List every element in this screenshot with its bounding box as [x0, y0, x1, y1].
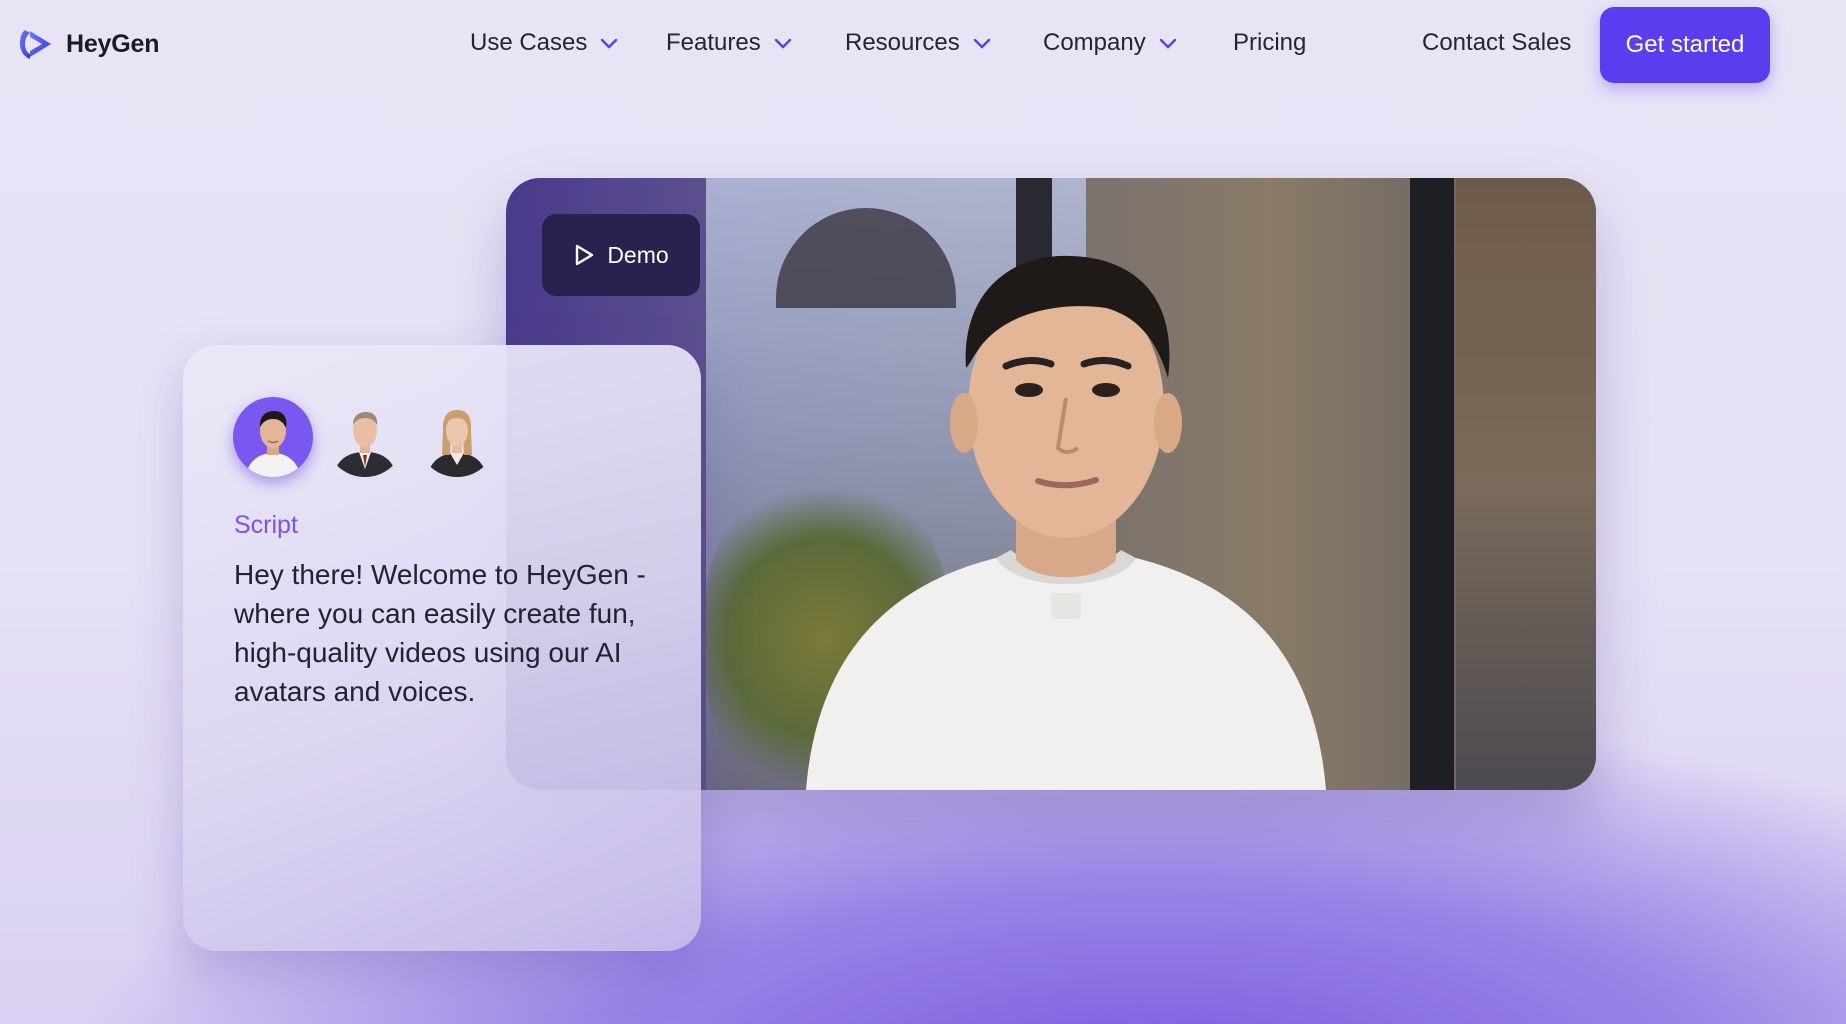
nav-company-label: Company: [1043, 29, 1146, 56]
nav-features-label: Features: [666, 29, 761, 56]
chevron-down-icon: [774, 38, 791, 49]
avatar-asian-man[interactable]: [233, 397, 313, 477]
nav-resources-label: Resources: [845, 29, 960, 56]
play-icon: [576, 244, 594, 266]
video-background-shelf: [1456, 178, 1596, 790]
get-started-button[interactable]: Get started: [1600, 7, 1770, 83]
heygen-logo-icon: [20, 30, 51, 59]
avatar-man-suit[interactable]: [325, 397, 405, 477]
video-background-pillar: [1410, 178, 1454, 790]
nav-company[interactable]: Company: [1043, 29, 1178, 57]
presenter-avatar-image: [806, 255, 1326, 790]
contact-sales-label: Contact Sales: [1422, 29, 1572, 56]
nav-use-cases-label: Use Cases: [470, 29, 588, 56]
script-card: Script Hey there! Welcome to HeyGen - wh…: [183, 345, 701, 951]
demo-button[interactable]: Demo: [542, 214, 700, 296]
contact-sales-link[interactable]: Contact Sales: [1422, 29, 1571, 57]
avatar-selector: [233, 397, 497, 477]
chevron-down-icon: [1159, 38, 1176, 49]
demo-label: Demo: [607, 241, 669, 268]
nav-pricing-label: Pricing: [1233, 29, 1307, 56]
nav-pricing[interactable]: Pricing: [1233, 29, 1306, 57]
nav-features[interactable]: Features: [666, 29, 793, 57]
brand-logo[interactable]: HeyGen: [16, 24, 159, 64]
chevron-down-icon: [601, 38, 618, 49]
chevron-down-icon: [973, 38, 990, 49]
script-label: Script: [234, 511, 298, 539]
brand-name: HeyGen: [66, 29, 160, 58]
avatar-woman-blonde[interactable]: [417, 397, 497, 477]
nav-use-cases[interactable]: Use Cases: [470, 29, 619, 57]
top-navigation: HeyGen Use Cases Features Resources Comp…: [0, 0, 1846, 90]
nav-resources[interactable]: Resources: [845, 29, 992, 57]
script-text[interactable]: Hey there! Welcome to HeyGen - where you…: [234, 555, 654, 711]
